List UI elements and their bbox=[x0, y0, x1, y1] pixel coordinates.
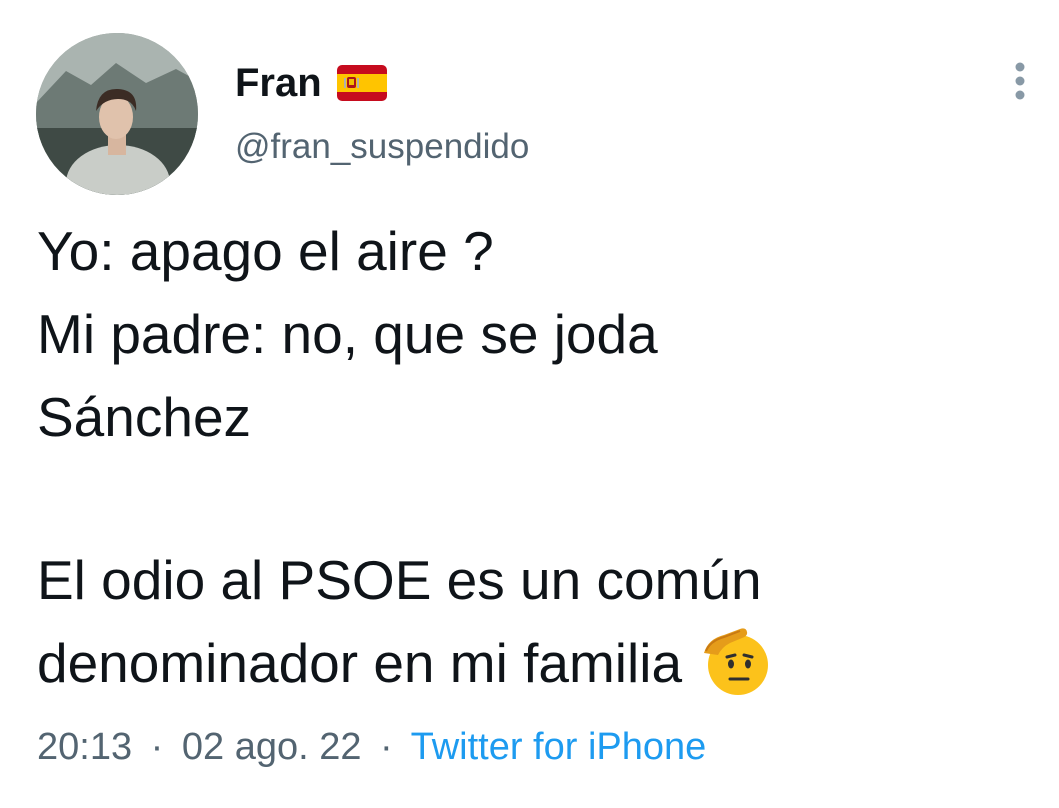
tweet-source-link[interactable]: Twitter for iPhone bbox=[411, 726, 707, 768]
avatar[interactable] bbox=[36, 33, 198, 195]
tweet-text-line: denominador en mi familia bbox=[37, 632, 683, 694]
tweet-date[interactable]: 02 ago. 22 bbox=[182, 726, 362, 768]
tweet-meta: 20:13 · 02 ago. 22 · Twitter for iPhone bbox=[37, 726, 706, 769]
tweet-text-spacer bbox=[37, 459, 1027, 539]
spain-flag-icon bbox=[336, 65, 387, 101]
tweet-text-line: Yo: apago el aire ? bbox=[37, 220, 494, 282]
meta-separator: · bbox=[380, 726, 393, 768]
tweet-text-last-line: denominador en mi familia bbox=[37, 622, 1027, 705]
display-name[interactable]: Fran bbox=[235, 61, 322, 106]
tweet-time[interactable]: 20:13 bbox=[37, 726, 132, 768]
tweet-text-line: Sánchez bbox=[37, 386, 252, 448]
tweet-text: Yo: apago el aire ? Mi padre: no, que se… bbox=[37, 210, 1027, 705]
author-handle[interactable]: @fran_suspendido bbox=[235, 127, 529, 167]
profile-photo bbox=[36, 33, 198, 195]
more-options-button[interactable] bbox=[1005, 58, 1035, 104]
tweet-text-line: Mi padre: no, que se joda bbox=[37, 303, 658, 365]
saluting-face-emoji bbox=[704, 628, 769, 696]
more-vertical-icon bbox=[1015, 62, 1025, 100]
meta-separator: · bbox=[150, 726, 164, 768]
tweet-text-line: El odio al PSOE es un común bbox=[37, 549, 762, 611]
author-name-row[interactable]: Fran bbox=[235, 58, 388, 108]
